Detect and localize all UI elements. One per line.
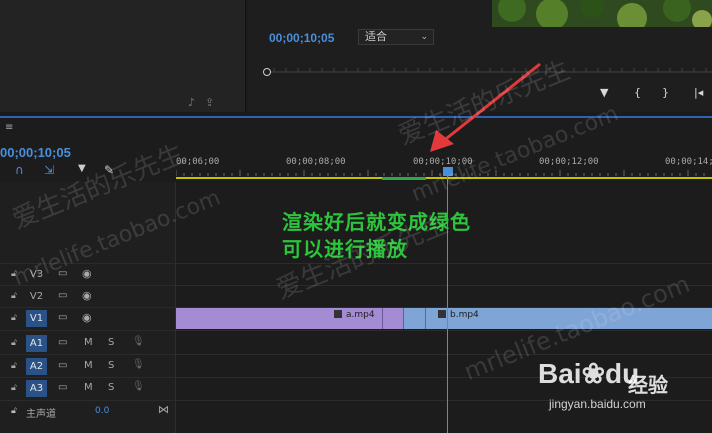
track-target[interactable]: A1 — [26, 335, 47, 352]
fit-dropdown[interactable]: 适合 ⌄ — [358, 29, 434, 45]
snap-icon[interactable]: ∩ — [15, 163, 24, 177]
mark-out-icon[interactable]: } — [662, 86, 669, 99]
clip-a-name: a.mp4 — [346, 310, 375, 320]
eye-icon[interactable]: ◉ — [82, 267, 92, 280]
monitor-timecode[interactable]: 00;00;10;05 — [269, 31, 334, 45]
solo-button[interactable]: S — [108, 337, 114, 348]
master-track: 🔓︎ 主声道 0.0 ⋈ — [0, 402, 176, 422]
baidu-logo-text: Bai — [538, 358, 582, 389]
mark-in-icon[interactable]: { — [634, 86, 641, 99]
eye-icon[interactable]: ◉ — [82, 289, 92, 302]
microphone-icon[interactable]: 🎙︎ — [132, 336, 145, 347]
linked-selection-icon[interactable]: ⇲ — [44, 163, 54, 177]
fx-icon — [438, 310, 446, 318]
track-v1: 🔓︎ V1 ▭ ◉ — [0, 308, 176, 329]
clip-b-label: b.mp4 — [438, 310, 479, 320]
track-target[interactable]: V1 — [26, 310, 47, 327]
mute-button[interactable]: M — [84, 382, 93, 393]
film-icon[interactable]: ▭ — [58, 290, 67, 301]
marker-icon[interactable]: ▼ — [600, 86, 608, 99]
microphone-icon[interactable]: 🎙︎ — [132, 381, 145, 392]
mute-button[interactable]: M — [84, 360, 93, 371]
master-label: 主声道 — [26, 409, 56, 420]
fx-icon — [334, 310, 342, 318]
clip-a-segment[interactable] — [383, 308, 404, 329]
lock-icon[interactable]: 🔓︎ — [11, 383, 17, 393]
clip-transition-segment[interactable] — [404, 308, 426, 329]
lock-icon[interactable]: 🔓︎ — [11, 406, 17, 416]
track-a2: 🔓︎ A2 ▭ M S 🎙︎ — [0, 356, 176, 377]
monitor-playhead[interactable] — [263, 68, 271, 76]
lock-icon[interactable]: 🔓︎ — [11, 361, 17, 371]
export-icon[interactable]: ⇪ — [205, 96, 214, 109]
mute-button[interactable]: M — [84, 337, 93, 348]
track-a1: 🔓︎ A1 ▭ M S 🎙︎ — [0, 333, 176, 354]
ruler-label: 00;00;12;00 — [539, 157, 599, 167]
microphone-icon[interactable]: 🎙︎ — [132, 359, 145, 370]
film-icon[interactable]: ▭ — [58, 360, 67, 371]
project-panel-icons: ♪ ⇪ — [188, 96, 224, 109]
film-icon[interactable]: ▭ — [58, 337, 67, 348]
eye-icon[interactable]: ◉ — [82, 311, 92, 324]
clip-a-label: a.mp4 — [334, 310, 375, 320]
film-icon[interactable]: ▭ — [58, 382, 67, 393]
baidu-url: jingyan.baidu.com — [549, 397, 646, 411]
master-volume[interactable]: 0.0 — [95, 406, 109, 416]
track-target[interactable]: A3 — [26, 380, 47, 397]
track-target[interactable]: A2 — [26, 358, 47, 375]
track-target[interactable]: V2 — [26, 288, 47, 305]
solo-button[interactable]: S — [108, 382, 114, 393]
lock-icon[interactable]: 🔓︎ — [11, 291, 17, 301]
chevron-down-icon: ⌄ — [420, 32, 428, 42]
go-to-end-icon[interactable]: ⋈ — [158, 403, 169, 416]
baidu-logo: Bai❀du — [538, 357, 639, 390]
fit-dropdown-value: 适合 — [365, 30, 387, 43]
baidu-jingyan: 经验 — [628, 373, 668, 397]
track-divider — [0, 354, 712, 355]
track-v2: 🔓︎ V2 ▭ ◉ — [0, 286, 176, 307]
lock-icon[interactable]: 🔓︎ — [11, 338, 17, 348]
clip-a[interactable]: a.mp4 — [176, 308, 383, 329]
film-icon[interactable]: ▭ — [58, 312, 67, 323]
monitor-controls: ▼ { } |◂ — [596, 86, 712, 102]
ruler-label: 00;00;08;00 — [286, 157, 346, 167]
track-a3: 🔓︎ A3 ▭ M S 🎙︎ — [0, 378, 176, 399]
paw-icon: ❀ — [581, 358, 606, 389]
music-note-icon[interactable]: ♪ — [188, 96, 195, 109]
clip-b-name: b.mp4 — [450, 310, 479, 320]
hamburger-icon[interactable]: ≡ — [5, 122, 13, 133]
video-preview — [492, 0, 712, 27]
solo-button[interactable]: S — [108, 360, 114, 371]
lock-icon[interactable]: 🔓︎ — [11, 313, 17, 323]
go-to-in-icon[interactable]: |◂ — [694, 86, 703, 99]
ruler-label: 00;00;14;0 — [665, 157, 712, 167]
timeline-timecode[interactable]: 00;00;10;05 — [0, 145, 71, 160]
